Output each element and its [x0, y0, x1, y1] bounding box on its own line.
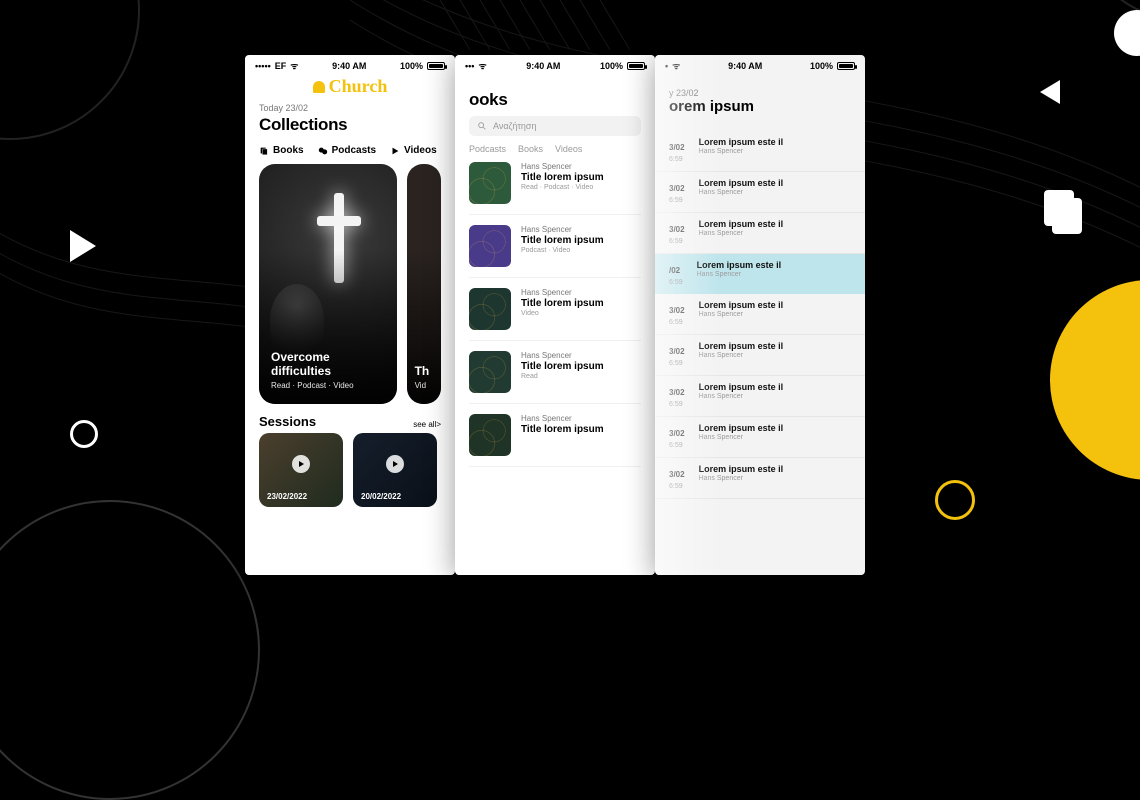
book-cover [469, 288, 511, 330]
card-title: Overcome difficulties [271, 350, 385, 378]
session-card[interactable]: 20/02/2022 [353, 433, 437, 507]
page-title: Collections [259, 115, 441, 135]
play-button[interactable] [292, 455, 310, 473]
book-title: Title lorem ipsum [521, 361, 604, 372]
status-bar: •••ᯤ 9:40 AM 100% [455, 55, 655, 74]
screen-events: •ᯤ 9:40 AM 100% y 23/02 orem ipsum 3/026… [655, 55, 865, 575]
book-title: Title lorem ipsum [521, 298, 604, 309]
tab-books[interactable]: Books [259, 145, 304, 156]
triangle-icon [1040, 80, 1060, 104]
collection-card-peek[interactable]: Th Vid [407, 164, 441, 404]
app-logo: Church [245, 74, 455, 103]
book-cover [469, 414, 511, 456]
book-author: Hans Spencer [521, 351, 604, 360]
collection-card[interactable]: Overcome difficulties Read · Podcast · V… [259, 164, 397, 404]
status-time: 9:40 AM [332, 61, 366, 71]
session-date: 20/02/2022 [361, 492, 401, 501]
status-bar: •••••EFᯤ 9:40 AM 100% [245, 55, 455, 74]
card-meta: Read · Podcast · Video [271, 381, 385, 390]
book-title: Title lorem ipsum [521, 235, 604, 246]
book-author: Hans Spencer [521, 225, 604, 234]
subtab-books[interactable]: Books [518, 144, 543, 154]
filter-tabs: Podcasts Books Videos [455, 144, 655, 162]
play-button[interactable] [386, 455, 404, 473]
play-icon [390, 146, 400, 156]
blur-overlay [655, 55, 865, 575]
search-icon [477, 121, 487, 131]
screen-books: •••ᯤ 9:40 AM 100% ooks Αναζήτηση Podcast… [455, 55, 655, 575]
book-item[interactable]: Hans Spencer Title lorem ipsum Video [469, 288, 641, 341]
session-card[interactable]: 23/02/2022 [259, 433, 343, 507]
card-title: Th [415, 364, 429, 378]
stack-icon [259, 146, 269, 156]
status-time: 9:40 AM [526, 61, 560, 71]
book-title: Title lorem ipsum [521, 424, 604, 435]
book-tags: Read [521, 373, 604, 380]
search-placeholder: Αναζήτηση [493, 121, 536, 131]
tab-podcasts[interactable]: Podcasts [318, 145, 376, 156]
triangle-icon [70, 230, 96, 262]
book-cover [469, 225, 511, 267]
session-date: 23/02/2022 [267, 492, 307, 501]
tab-videos[interactable]: Videos [390, 145, 437, 156]
book-cover [469, 162, 511, 204]
bg-circle-white [70, 420, 98, 448]
search-input[interactable]: Αναζήτηση [469, 116, 641, 136]
bg-circle-yellow-outline [935, 480, 975, 520]
subtab-podcasts[interactable]: Podcasts [469, 144, 506, 154]
book-author: Hans Spencer [521, 162, 604, 171]
date-label: Today 23/02 [259, 103, 441, 113]
see-all-link[interactable]: see all> [413, 420, 441, 429]
card-meta: Vid [415, 381, 429, 390]
document-icon [1044, 190, 1090, 236]
collection-tabs: Books Podcasts Videos [245, 141, 455, 164]
phone-mockups: •••••EFᯤ 9:40 AM 100% Church Today 23/02… [245, 55, 865, 575]
book-tags: Read · Podcast · Video [521, 184, 604, 191]
book-author: Hans Spencer [521, 288, 604, 297]
page-title: ooks [469, 90, 641, 110]
screen-collections: •••••EFᯤ 9:40 AM 100% Church Today 23/02… [245, 55, 455, 575]
chat-icon [318, 146, 328, 156]
book-cover [469, 351, 511, 393]
book-item[interactable]: Hans Spencer Title lorem ipsum Read · Po… [469, 162, 641, 215]
book-tags: Video [521, 310, 604, 317]
book-item[interactable]: Hans Spencer Title lorem ipsum Podcast ·… [469, 225, 641, 278]
book-tags: Podcast · Video [521, 247, 604, 254]
book-item[interactable]: Hans Spencer Title lorem ipsum [469, 414, 641, 467]
book-title: Title lorem ipsum [521, 172, 604, 183]
sessions-heading: Sessions [259, 414, 316, 429]
book-author: Hans Spencer [521, 414, 604, 423]
book-list: Hans Spencer Title lorem ipsum Read · Po… [455, 162, 655, 467]
book-item[interactable]: Hans Spencer Title lorem ipsum Read [469, 351, 641, 404]
subtab-videos[interactable]: Videos [555, 144, 582, 154]
